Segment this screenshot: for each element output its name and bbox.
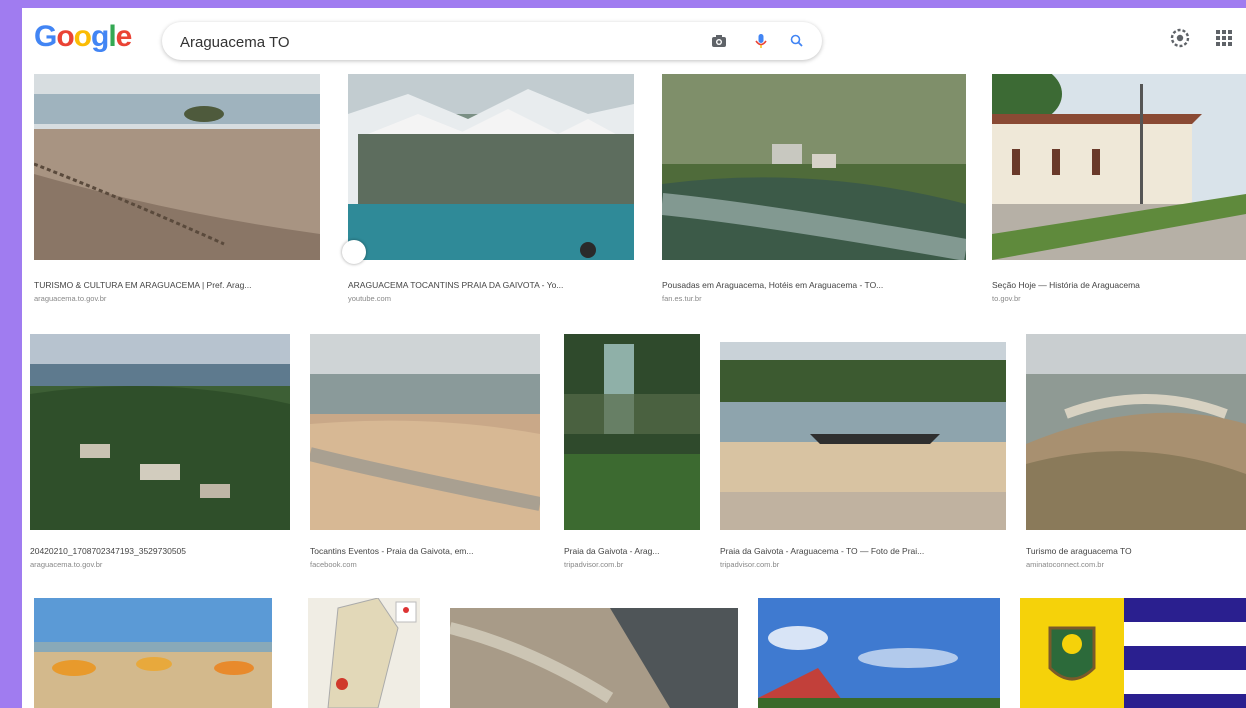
result-title[interactable]: TURISMO & CULTURA EM ARAGUACEMA | Pref. … bbox=[34, 280, 320, 290]
result-source: to.gov.br bbox=[992, 294, 1021, 303]
logo-letter: e bbox=[115, 20, 133, 53]
microphone-icon[interactable] bbox=[752, 32, 770, 50]
header-bar: Google bbox=[22, 8, 1246, 74]
apps-grid-icon[interactable] bbox=[1212, 26, 1236, 50]
result-title[interactable]: Turismo de araguacema TO bbox=[1026, 546, 1246, 556]
settings-icon[interactable] bbox=[1168, 26, 1192, 50]
image-result-5[interactable] bbox=[30, 334, 290, 530]
result-source: tripadvisor.com.br bbox=[720, 560, 780, 569]
image-result-10[interactable] bbox=[34, 598, 272, 708]
logo-letter: o bbox=[56, 20, 74, 53]
logo-letter: o bbox=[73, 20, 92, 53]
result-title[interactable]: Praia da Gaivota - Arag... bbox=[564, 546, 700, 556]
result-source: araguacema.to.gov.br bbox=[34, 294, 107, 303]
image-result-7[interactable] bbox=[564, 334, 700, 530]
result-title[interactable]: Seção Hoje — História de Araguacema bbox=[992, 280, 1246, 290]
result-source: tripadvisor.com.br bbox=[564, 560, 624, 569]
result-title[interactable]: 20420210_1708702347193_3529730505 bbox=[30, 546, 290, 556]
result-source: fan.es.tur.br bbox=[662, 294, 702, 303]
result-source: youtube.com bbox=[348, 294, 391, 303]
image-result-13[interactable] bbox=[758, 598, 1000, 708]
image-result-9[interactable] bbox=[1026, 334, 1246, 530]
image-result-14[interactable] bbox=[1020, 598, 1246, 708]
result-source: araguacema.to.gov.br bbox=[30, 560, 103, 569]
image-result-6[interactable] bbox=[310, 334, 540, 530]
result-title[interactable]: ARAGUACEMA TOCANTINS PRAIA DA GAIVOTA - … bbox=[348, 280, 634, 290]
result-title[interactable]: Tocantins Eventos - Praia da Gaivota, em… bbox=[310, 546, 540, 556]
logo-letter: g bbox=[91, 20, 109, 53]
play-video-icon[interactable] bbox=[342, 240, 366, 264]
result-title[interactable]: Praia da Gaivota - Araguacema - TO — Fot… bbox=[720, 546, 1006, 556]
camera-icon[interactable] bbox=[710, 32, 728, 50]
browser-page: Google Araguacema TO TURISMO & CULTURA E… bbox=[22, 8, 1246, 708]
result-source: aminatoconnect.com.br bbox=[1026, 560, 1104, 569]
search-box bbox=[162, 22, 822, 60]
search-input[interactable] bbox=[178, 31, 662, 53]
image-result-11[interactable] bbox=[308, 598, 420, 708]
image-result-3[interactable] bbox=[662, 74, 966, 260]
logo-letter: G bbox=[34, 20, 57, 53]
google-logo[interactable]: Google bbox=[34, 20, 133, 54]
image-result-8[interactable] bbox=[720, 342, 1006, 530]
image-result-4[interactable] bbox=[992, 74, 1246, 260]
image-result-2[interactable] bbox=[342, 74, 634, 264]
result-source: facebook.com bbox=[310, 560, 357, 569]
search-icon[interactable] bbox=[788, 32, 806, 50]
image-result-1[interactable] bbox=[34, 74, 320, 260]
image-result-12[interactable] bbox=[450, 608, 738, 708]
logo-letter: l bbox=[108, 20, 116, 53]
result-title[interactable]: Pousadas em Araguacema, Hotéis em Aragua… bbox=[662, 280, 962, 290]
